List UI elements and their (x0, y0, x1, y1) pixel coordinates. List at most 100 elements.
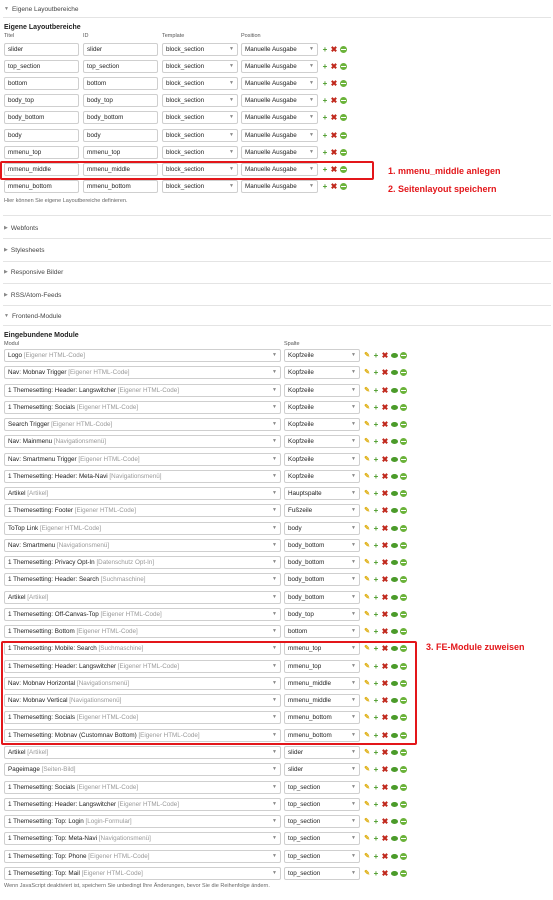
column-select[interactable]: Kopfzeile ▼ (284, 418, 360, 431)
legend-layout[interactable]: ▼ Eigene Layoutbereiche (4, 6, 78, 13)
drag-icon[interactable] (399, 801, 407, 809)
position-select[interactable]: Manuelle Ausgabe ▼ (241, 129, 318, 142)
visibility-icon[interactable] (390, 576, 398, 584)
template-select[interactable]: block_section ▼ (162, 129, 238, 142)
column-select[interactable]: body_bottom ▼ (284, 556, 360, 569)
drag-icon[interactable] (399, 421, 407, 429)
template-select[interactable]: block_section ▼ (162, 60, 238, 73)
drag-icon[interactable] (399, 628, 407, 636)
column-select[interactable]: Kopfzeile ▼ (284, 349, 360, 362)
drag-icon[interactable] (339, 114, 347, 122)
edit-icon[interactable]: ✎ (363, 835, 371, 843)
template-select[interactable]: block_section ▼ (162, 180, 238, 193)
drag-icon[interactable] (339, 46, 347, 54)
visibility-icon[interactable] (390, 835, 398, 843)
edit-icon[interactable]: ✎ (363, 421, 371, 429)
legend-frontend[interactable]: ▼ Frontend-Module (4, 313, 61, 320)
delete-icon[interactable]: ✖ (330, 113, 338, 122)
delete-icon[interactable]: ✖ (330, 62, 338, 71)
delete-icon[interactable]: ✖ (381, 420, 389, 429)
column-select[interactable]: top_section ▼ (284, 832, 360, 845)
template-select[interactable]: block_section ▼ (162, 77, 238, 90)
drag-icon[interactable] (399, 835, 407, 843)
module-select[interactable]: Logo [Eigener HTML-Code] ▼ (4, 349, 281, 362)
delete-icon[interactable]: ✖ (381, 558, 389, 567)
drag-icon[interactable] (399, 784, 407, 792)
add-icon[interactable]: + (372, 420, 380, 429)
visibility-icon[interactable] (390, 352, 398, 360)
module-select[interactable]: Pageimage [Seiten-Bild] ▼ (4, 763, 281, 776)
visibility-icon[interactable] (390, 542, 398, 550)
position-select[interactable]: Manuelle Ausgabe ▼ (241, 146, 318, 159)
column-select[interactable]: slider ▼ (284, 763, 360, 776)
id-input[interactable]: body_bottom (83, 111, 158, 124)
add-icon[interactable]: + (372, 765, 380, 774)
add-icon[interactable]: + (372, 800, 380, 809)
id-input[interactable]: slider (83, 43, 158, 56)
delete-icon[interactable]: ✖ (330, 45, 338, 54)
drag-icon[interactable] (399, 490, 407, 498)
add-icon[interactable]: + (321, 96, 329, 105)
add-icon[interactable]: + (372, 368, 380, 377)
column-select[interactable]: body_bottom ▼ (284, 573, 360, 586)
delete-icon[interactable]: ✖ (381, 506, 389, 515)
titel-input[interactable]: body_bottom (4, 111, 79, 124)
delete-icon[interactable]: ✖ (381, 403, 389, 412)
template-select[interactable]: block_section ▼ (162, 43, 238, 56)
module-select[interactable]: 1 Themesetting: Top: Mail [Eigener HTML-… (4, 867, 281, 880)
visibility-icon[interactable] (390, 749, 398, 757)
id-input[interactable]: mmenu_bottom (83, 180, 158, 193)
delete-icon[interactable]: ✖ (330, 182, 338, 191)
titel-input[interactable]: mmenu_top (4, 146, 79, 159)
module-select[interactable]: Search Trigger [Eigener HTML-Code] ▼ (4, 418, 281, 431)
delete-icon[interactable]: ✖ (381, 368, 389, 377)
visibility-icon[interactable] (390, 784, 398, 792)
delete-icon[interactable]: ✖ (381, 524, 389, 533)
add-icon[interactable]: + (372, 437, 380, 446)
visibility-icon[interactable] (390, 456, 398, 464)
add-icon[interactable]: + (372, 593, 380, 602)
add-icon[interactable]: + (372, 575, 380, 584)
column-select[interactable]: Kopfzeile ▼ (284, 453, 360, 466)
visibility-icon[interactable] (390, 853, 398, 861)
titel-input[interactable]: slider (4, 43, 79, 56)
titel-input[interactable]: body_top (4, 94, 79, 107)
delete-icon[interactable]: ✖ (381, 541, 389, 550)
drag-icon[interactable] (339, 132, 347, 140)
module-select[interactable]: 1 Themesetting: Socials [Eigener HTML-Co… (4, 781, 281, 794)
delete-icon[interactable]: ✖ (381, 610, 389, 619)
column-select[interactable]: bottom ▼ (284, 625, 360, 638)
visibility-icon[interactable] (390, 473, 398, 481)
add-icon[interactable]: + (372, 558, 380, 567)
visibility-icon[interactable] (390, 611, 398, 619)
edit-icon[interactable]: ✎ (363, 352, 371, 360)
visibility-icon[interactable] (390, 490, 398, 498)
drag-icon[interactable] (399, 507, 407, 515)
column-select[interactable]: body ▼ (284, 522, 360, 535)
add-icon[interactable]: + (372, 610, 380, 619)
edit-icon[interactable]: ✎ (363, 387, 371, 395)
drag-icon[interactable] (399, 525, 407, 533)
template-select[interactable]: block_section ▼ (162, 111, 238, 124)
edit-icon[interactable]: ✎ (363, 628, 371, 636)
add-icon[interactable]: + (321, 79, 329, 88)
delete-icon[interactable]: ✖ (381, 852, 389, 861)
drag-icon[interactable] (399, 404, 407, 412)
position-select[interactable]: Manuelle Ausgabe ▼ (241, 111, 318, 124)
titel-input[interactable]: mmenu_bottom (4, 180, 79, 193)
column-select[interactable]: body_bottom ▼ (284, 539, 360, 552)
edit-icon[interactable]: ✎ (363, 559, 371, 567)
column-select[interactable]: Kopfzeile ▼ (284, 401, 360, 414)
module-select[interactable]: 1 Themesetting: Top: Login [Login-Formul… (4, 815, 281, 828)
delete-icon[interactable]: ✖ (381, 800, 389, 809)
drag-icon[interactable] (399, 473, 407, 481)
column-select[interactable]: slider ▼ (284, 746, 360, 759)
drag-icon[interactable] (399, 870, 407, 878)
drag-icon[interactable] (339, 63, 347, 71)
visibility-icon[interactable] (390, 766, 398, 774)
delete-icon[interactable]: ✖ (330, 131, 338, 140)
delete-icon[interactable]: ✖ (381, 575, 389, 584)
add-icon[interactable]: + (372, 834, 380, 843)
edit-icon[interactable]: ✎ (363, 542, 371, 550)
edit-icon[interactable]: ✎ (363, 576, 371, 584)
